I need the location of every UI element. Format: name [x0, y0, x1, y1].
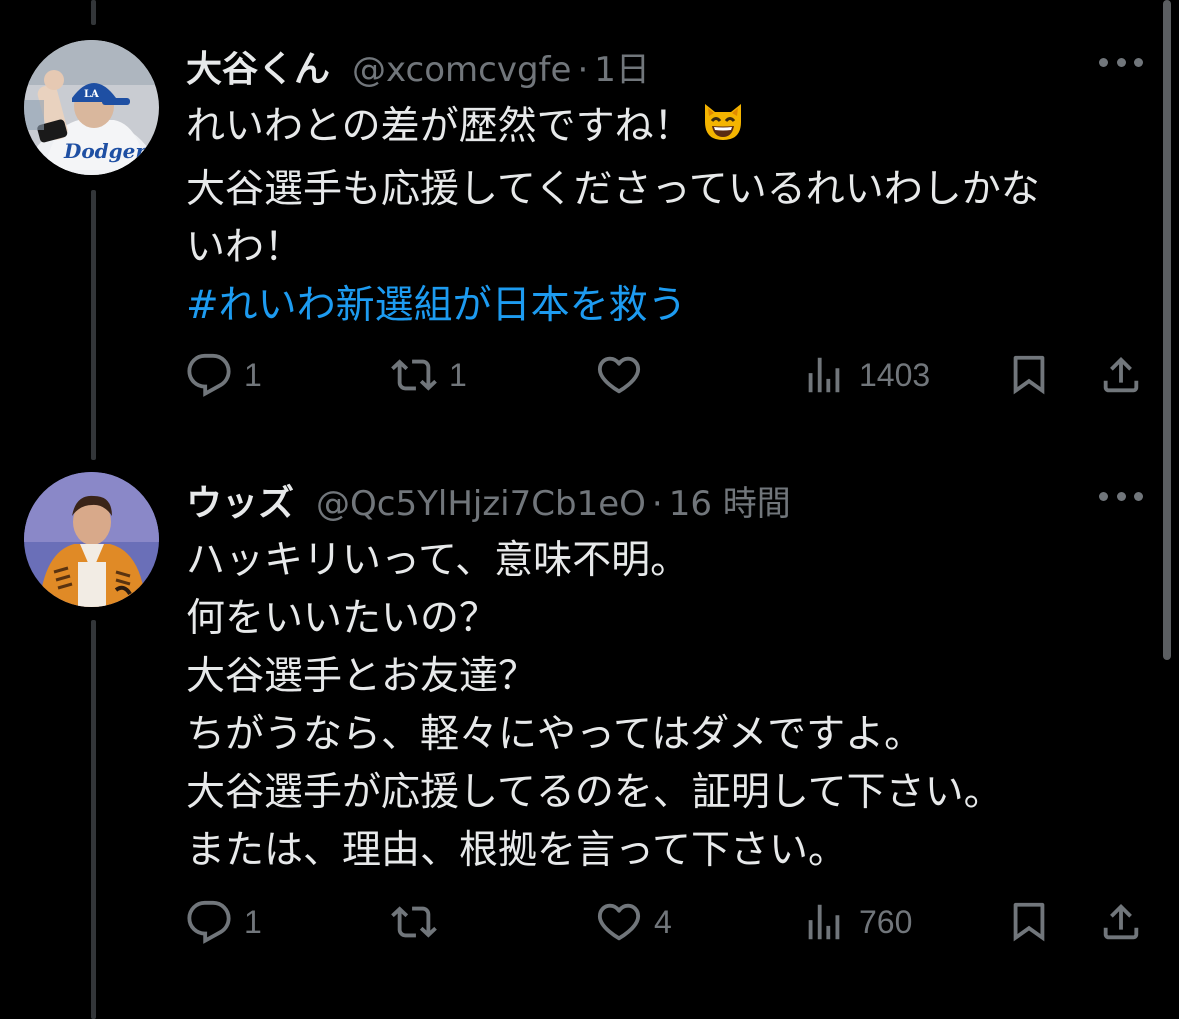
avatar[interactable]: LA Dodgers — [24, 40, 159, 175]
tweet-1[interactable]: LA Dodgers 大谷くん @xcomcvgfe · 1日 れいわとの差が歴… — [0, 0, 1179, 440]
views-icon — [808, 904, 840, 940]
share-button[interactable] — [1098, 897, 1144, 947]
tweet-text-line-1: れいわとの差が歴然ですね！ — [186, 96, 1136, 161]
tweet-text-line-2: 大谷選手も応援してくださっているれいわしかな — [186, 167, 1040, 212]
heart-icon — [597, 356, 641, 394]
tweet-header: ウッズ @Qc5YlHjzi7Cb1eO · 16 時間 — [186, 474, 791, 524]
hashtag-link[interactable]: #れいわ新選組が日本を救う — [186, 277, 1136, 335]
bookmark-icon — [1013, 902, 1045, 942]
tweet-text-line-3: 大谷選手とお友達？ — [186, 654, 538, 699]
tweet-text: れいわとの差が歴然ですね！ 大谷選手も応援してくださっているれいわしかな いわ！… — [186, 96, 1136, 335]
tweet-text-line-4: ちがうなら、軽々にやってはダメですよ。 — [186, 712, 924, 757]
view-count: 760 — [859, 903, 913, 940]
tweet-text-line-5: 大谷選手が応援してるのを、証明して下さい。 — [186, 770, 1003, 815]
repost-count: 1 — [449, 356, 467, 393]
grinning-cat-emoji — [699, 96, 747, 161]
display-name[interactable]: 大谷くん — [186, 40, 330, 92]
reply-icon — [187, 353, 231, 397]
tweet-2[interactable]: ウッズ @Qc5YlHjzi7Cb1eO · 16 時間 ハッキリいって、意味不… — [0, 440, 1179, 1019]
tweet-text-line-1: ハッキリいって、意味不明。 — [186, 538, 690, 583]
tweet-text-line-2: 何をいいたいの？ — [186, 596, 499, 641]
user-handle[interactable]: @xcomcvgfe — [352, 50, 571, 90]
views-button[interactable]: 760 — [801, 897, 912, 947]
bookmark-button[interactable] — [1006, 897, 1052, 947]
svg-text:Dodgers: Dodgers — [63, 139, 157, 163]
timestamp[interactable]: 16 時間 — [669, 476, 791, 525]
action-bar: 1 4 760 — [186, 897, 1146, 947]
heart-icon — [597, 903, 641, 941]
separator-dot: · — [577, 50, 589, 90]
views-button[interactable]: 1403 — [801, 350, 930, 400]
svg-text:LA: LA — [84, 89, 99, 100]
share-icon — [1103, 356, 1139, 393]
bookmark-icon — [1013, 355, 1045, 395]
share-icon — [1103, 903, 1139, 940]
tweet-header: 大谷くん @xcomcvgfe · 1日 — [186, 40, 650, 90]
tweet-text-line-6: または、理由、根拠を言って下さい。 — [186, 828, 848, 873]
timestamp[interactable]: 1日 — [594, 42, 650, 91]
share-button[interactable] — [1098, 350, 1144, 400]
display-name[interactable]: ウッズ — [186, 474, 294, 526]
reply-icon — [187, 900, 231, 944]
baseball-player-avatar: LA Dodgers — [24, 40, 159, 175]
like-button[interactable]: 4 — [596, 897, 672, 947]
repost-button[interactable]: 1 — [391, 350, 467, 400]
repost-button[interactable] — [391, 897, 449, 947]
more-icon[interactable] — [1099, 486, 1143, 506]
repost-icon — [391, 906, 437, 938]
like-button[interactable] — [596, 350, 654, 400]
repost-icon — [391, 359, 437, 391]
reply-count: 1 — [244, 356, 262, 393]
more-icon[interactable] — [1099, 52, 1143, 72]
man-in-orange-jacket-avatar — [24, 472, 159, 607]
tweet-text: ハッキリいって、意味不明。 何をいいたいの？ 大谷選手とお友達？ ちがうなら、軽… — [186, 532, 1136, 880]
action-bar: 1 1 1403 — [186, 350, 1146, 400]
views-icon — [808, 357, 840, 393]
separator-dot: · — [651, 484, 663, 524]
reply-button[interactable]: 1 — [186, 897, 262, 947]
avatar[interactable] — [24, 472, 159, 607]
reply-button[interactable]: 1 — [186, 350, 262, 400]
view-count: 1403 — [859, 356, 931, 393]
reply-count: 1 — [244, 903, 262, 940]
like-count: 4 — [654, 903, 672, 940]
user-handle[interactable]: @Qc5YlHjzi7Cb1eO — [316, 484, 646, 524]
bookmark-button[interactable] — [1006, 350, 1052, 400]
tweet-text-line-3: いわ！ — [186, 225, 304, 270]
